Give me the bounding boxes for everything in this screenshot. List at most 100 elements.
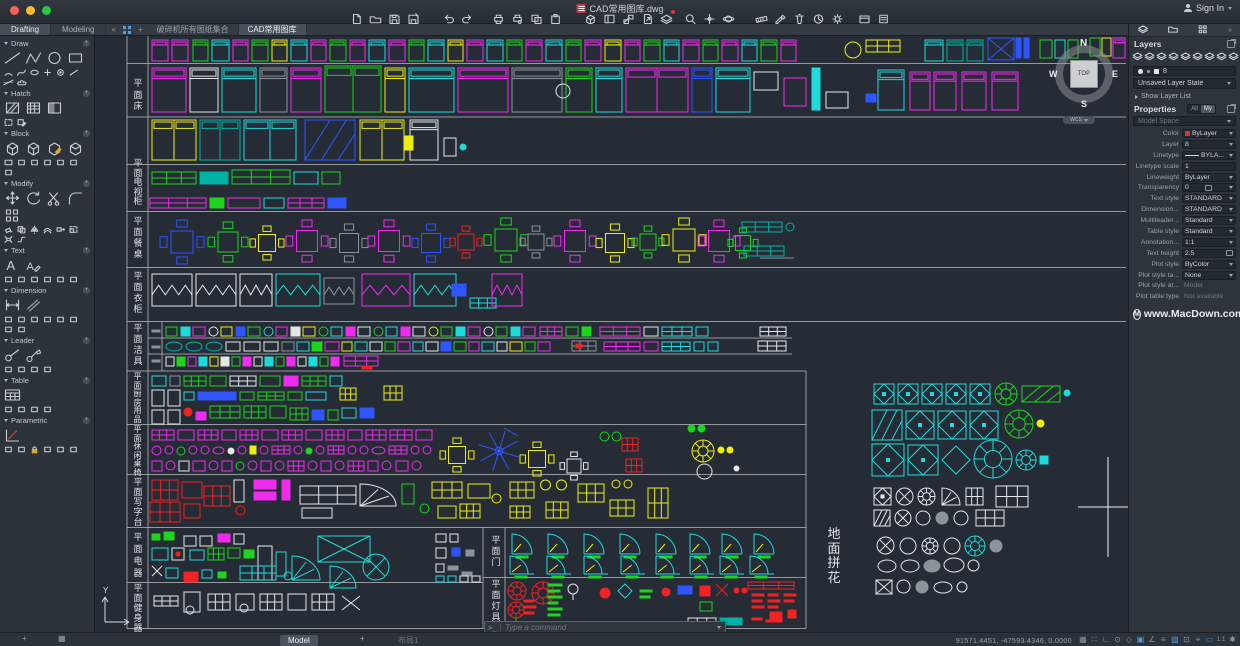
- cad-block[interactable]: [467, 40, 483, 61]
- cad-block[interactable]: [218, 572, 226, 578]
- cad-block[interactable]: [700, 586, 710, 596]
- cad-block[interactable]: [908, 445, 938, 475]
- mirror-icon[interactable]: [29, 225, 40, 234]
- cad-block[interactable]: [541, 480, 551, 490]
- cad-block[interactable]: [479, 431, 519, 471]
- cad-block[interactable]: [897, 580, 910, 593]
- cad-block[interactable]: [264, 327, 273, 336]
- insert-block-icon[interactable]: [3, 140, 22, 156]
- cad-block[interactable]: [298, 357, 306, 366]
- cad-block[interactable]: [700, 602, 712, 611]
- edit-attribute-icon[interactable]: [16, 158, 27, 167]
- cad-block[interactable]: [319, 327, 328, 336]
- cad-block[interactable]: [436, 564, 444, 572]
- cad-block[interactable]: [348, 461, 364, 471]
- cad-block[interactable]: [152, 68, 186, 112]
- rect-icon[interactable]: [66, 50, 85, 66]
- mleader-icon[interactable]: [3, 347, 22, 363]
- cad-block[interactable]: [548, 534, 568, 554]
- section-more-icon[interactable]: •: [83, 90, 90, 97]
- show-layer-list-toggle[interactable]: Show Layer List: [1129, 91, 1240, 102]
- cad-block[interactable]: [874, 488, 891, 505]
- cad-block[interactable]: [248, 327, 260, 336]
- edit-text-icon[interactable]: A: [24, 257, 43, 273]
- cad-block[interactable]: [722, 534, 742, 554]
- cad-block[interactable]: [221, 327, 232, 336]
- cad-block[interactable]: [166, 568, 178, 578]
- cad-block[interactable]: [228, 198, 260, 208]
- annotation-visibility-icon[interactable]: ▭: [1205, 633, 1214, 646]
- cad-block[interactable]: [309, 357, 317, 366]
- cad-block[interactable]: [152, 120, 196, 160]
- new-drawing-tab-button[interactable]: +: [133, 24, 148, 35]
- cad-block[interactable]: [454, 342, 466, 351]
- cad-block[interactable]: [683, 40, 699, 61]
- cad-block[interactable]: [548, 596, 562, 598]
- cad-block[interactable]: [552, 576, 564, 578]
- cad-block[interactable]: [768, 600, 780, 602]
- cad-block[interactable]: [262, 430, 278, 440]
- cad-block[interactable]: [695, 576, 707, 578]
- cad-block[interactable]: [272, 446, 290, 454]
- filter-all[interactable]: All: [1188, 105, 1201, 113]
- cad-block[interactable]: [620, 534, 640, 554]
- cad-block[interactable]: [877, 537, 894, 554]
- ray-icon[interactable]: [68, 68, 79, 77]
- cad-block[interactable]: [288, 198, 324, 208]
- cad-block[interactable]: [901, 560, 919, 572]
- cad-block[interactable]: [610, 500, 634, 516]
- cad-block[interactable]: [348, 430, 362, 440]
- merge-layers-icon[interactable]: [1228, 51, 1239, 63]
- cad-block[interactable]: [288, 461, 304, 471]
- panel-overflow-icon[interactable]: »: [1228, 27, 1232, 34]
- line-icon[interactable]: [3, 50, 22, 66]
- cad-block[interactable]: [976, 510, 1004, 526]
- cad-block[interactable]: [1024, 38, 1029, 58]
- isometric-drafting-icon[interactable]: ◇: [1124, 633, 1133, 646]
- properties-filter-segment[interactable]: AllMy: [1187, 104, 1216, 114]
- cad-block[interactable]: [466, 550, 474, 556]
- cad-block[interactable]: [186, 606, 194, 614]
- cad-block[interactable]: [413, 342, 423, 351]
- parallel-icon[interactable]: [16, 445, 27, 454]
- section-more-icon[interactable]: •: [83, 287, 90, 294]
- annotation-scale-icon[interactable]: 1:1: [1216, 633, 1225, 646]
- cad-block[interactable]: [520, 226, 552, 258]
- cad-block[interactable]: [318, 536, 370, 562]
- cad-block[interactable]: [282, 430, 302, 440]
- cad-block[interactable]: [264, 342, 278, 351]
- add-layout-button[interactable]: +: [22, 634, 27, 643]
- point-icon[interactable]: [42, 68, 53, 77]
- cad-block[interactable]: [662, 218, 706, 262]
- cad-block[interactable]: [967, 40, 983, 61]
- cad-block[interactable]: [547, 556, 571, 574]
- viewcube-west[interactable]: W: [1049, 69, 1058, 79]
- cad-block[interactable]: [448, 566, 458, 570]
- cad-block[interactable]: [181, 327, 190, 336]
- create-block-icon[interactable]: [24, 140, 43, 156]
- cad-block[interactable]: [910, 72, 930, 110]
- cad-block[interactable]: [198, 430, 218, 440]
- cad-block[interactable]: [362, 366, 372, 369]
- cad-block[interactable]: [934, 72, 956, 110]
- cad-block[interactable]: [968, 560, 979, 571]
- cad-block[interactable]: [872, 410, 902, 440]
- viewcube-east[interactable]: E: [1112, 69, 1118, 79]
- cad-block[interactable]: [164, 532, 174, 540]
- cad-block[interactable]: [276, 552, 286, 576]
- cad-block[interactable]: [761, 40, 777, 61]
- object-snap-tracking-icon[interactable]: ∠: [1147, 633, 1156, 646]
- minimize-window-icon[interactable]: [26, 6, 35, 15]
- cad-block[interactable]: [656, 534, 676, 554]
- cad-block[interactable]: [401, 327, 410, 336]
- insert-columns-icon[interactable]: [29, 405, 40, 414]
- cad-block[interactable]: [152, 461, 162, 471]
- cad-block[interactable]: [199, 357, 207, 366]
- cad-block[interactable]: [708, 342, 718, 351]
- cad-block[interactable]: [874, 510, 890, 526]
- cad-block[interactable]: [622, 438, 638, 451]
- cad-block[interactable]: [515, 576, 527, 578]
- cad-block[interactable]: [342, 408, 356, 418]
- align-leaders-icon[interactable]: [29, 365, 40, 374]
- cad-block[interactable]: [260, 68, 287, 112]
